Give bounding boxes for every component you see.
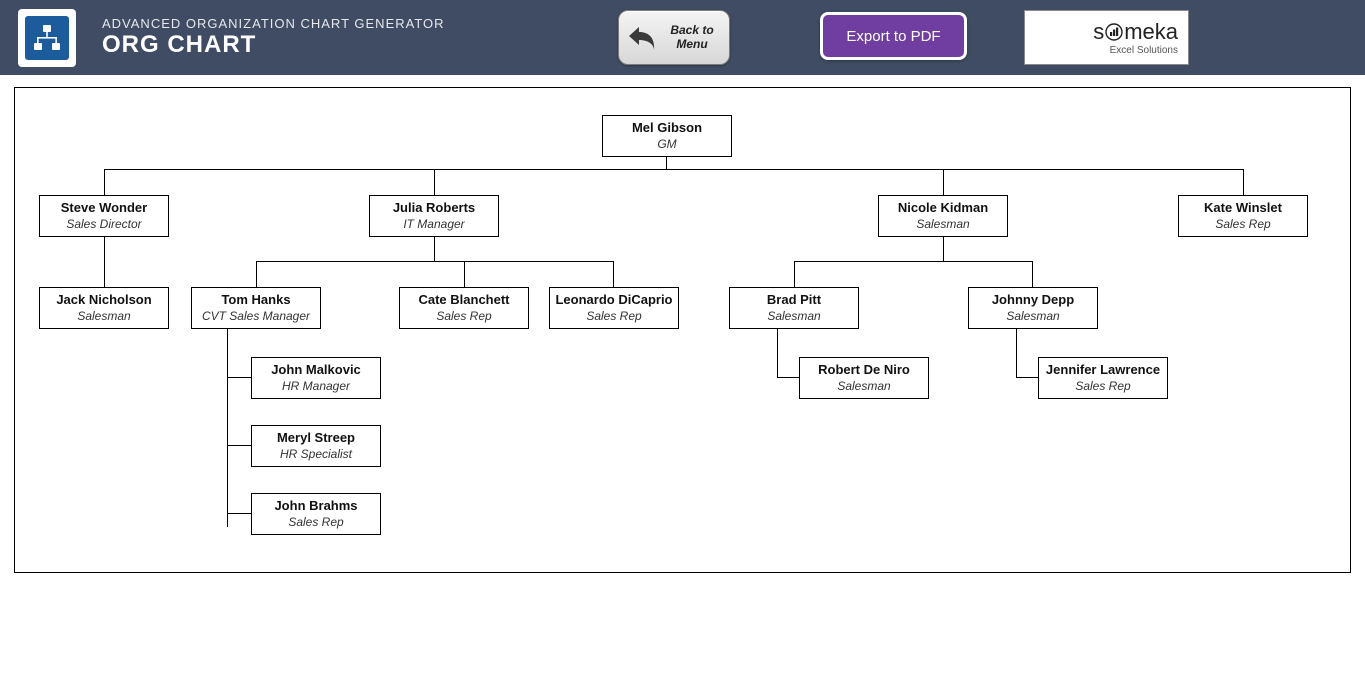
connector-line (256, 261, 257, 287)
connector-line (1243, 169, 1244, 195)
connector-line (256, 261, 614, 262)
connector-line (794, 261, 1033, 262)
connector-line (227, 377, 251, 378)
header-title: ORG CHART (102, 31, 445, 59)
node-name: Meryl Streep (254, 430, 378, 445)
node-name: Brad Pitt (732, 292, 856, 307)
node-name: Nicole Kidman (881, 200, 1005, 215)
org-node[interactable]: Jack Nicholson Salesman (39, 287, 169, 329)
connector-line (777, 327, 778, 377)
back-button-label: Back to Menu (663, 24, 721, 52)
org-node[interactable]: Cate Blanchett Sales Rep (399, 287, 529, 329)
org-chart-icon (32, 23, 62, 53)
export-button-label: Export to PDF (846, 28, 940, 45)
connector-line (104, 235, 105, 287)
connector-line (227, 513, 251, 514)
org-node[interactable]: Kate Winslet Sales Rep (1178, 195, 1308, 237)
node-name: Kate Winslet (1181, 200, 1305, 215)
org-node[interactable]: John Brahms Sales Rep (251, 493, 381, 535)
brand-o-icon (1105, 23, 1123, 41)
org-node[interactable]: Robert De Niro Salesman (799, 357, 929, 399)
export-to-pdf-button[interactable]: Export to PDF (820, 12, 967, 60)
connector-line (434, 235, 435, 261)
org-node[interactable]: Brad Pitt Salesman (729, 287, 859, 329)
org-node[interactable]: Nicole Kidman Salesman (878, 195, 1008, 237)
node-role: GM (605, 137, 729, 151)
node-role: Sales Rep (552, 309, 676, 323)
brand-name: s meka (1093, 19, 1178, 45)
node-role: Salesman (881, 217, 1005, 231)
connector-line (227, 327, 228, 527)
org-node[interactable]: Meryl Streep HR Specialist (251, 425, 381, 467)
node-role: Sales Rep (1041, 379, 1165, 393)
node-name: Julia Roberts (372, 200, 496, 215)
node-role: HR Specialist (254, 447, 378, 461)
org-node[interactable]: Leonardo DiCaprio Sales Rep (549, 287, 679, 329)
back-arrow-icon (627, 21, 659, 55)
org-node[interactable]: Tom Hanks CVT Sales Manager (191, 287, 321, 329)
org-node[interactable]: Johnny Depp Salesman (968, 287, 1098, 329)
app-logo (18, 9, 76, 67)
brand-tagline: Excel Solutions (1110, 45, 1178, 56)
connector-line (104, 169, 105, 195)
node-name: Tom Hanks (194, 292, 318, 307)
node-role: CVT Sales Manager (194, 309, 318, 323)
node-role: Sales Rep (254, 515, 378, 529)
org-node[interactable]: Jennifer Lawrence Sales Rep (1038, 357, 1168, 399)
node-role: Sales Director (42, 217, 166, 231)
node-role: Salesman (732, 309, 856, 323)
connector-line (1016, 327, 1017, 377)
node-name: John Malkovic (254, 362, 378, 377)
connector-line (777, 377, 799, 378)
node-name: Jack Nicholson (42, 292, 166, 307)
connector-line (943, 169, 944, 195)
node-name: Cate Blanchett (402, 292, 526, 307)
node-role: Sales Rep (402, 309, 526, 323)
org-chart-canvas: Mel Gibson GM Steve Wonder Sales Directo… (14, 87, 1351, 573)
connector-line (794, 261, 795, 287)
connector-line (1016, 377, 1038, 378)
node-role: Salesman (42, 309, 166, 323)
connector-line (1032, 261, 1033, 287)
connector-line (434, 169, 435, 195)
org-node[interactable]: Steve Wonder Sales Director (39, 195, 169, 237)
connector-line (613, 261, 614, 287)
org-node[interactable]: Julia Roberts IT Manager (369, 195, 499, 237)
node-role: HR Manager (254, 379, 378, 393)
node-role: IT Manager (372, 217, 496, 231)
connector-line (464, 261, 465, 287)
header-subtitle: ADVANCED ORGANIZATION CHART GENERATOR (102, 16, 445, 31)
node-name: John Brahms (254, 498, 378, 513)
connector-line (943, 235, 944, 261)
connector-line (227, 445, 251, 446)
org-node-root[interactable]: Mel Gibson GM (602, 115, 732, 157)
brand-logo: s meka Excel Solutions (1024, 10, 1189, 65)
node-name: Robert De Niro (802, 362, 926, 377)
node-name: Leonardo DiCaprio (552, 292, 676, 307)
node-name: Steve Wonder (42, 200, 166, 215)
node-name: Johnny Depp (971, 292, 1095, 307)
org-node[interactable]: John Malkovic HR Manager (251, 357, 381, 399)
node-name: Jennifer Lawrence (1041, 362, 1165, 377)
node-name: Mel Gibson (605, 120, 729, 135)
connector-line (666, 155, 667, 169)
back-to-menu-button[interactable]: Back to Menu (618, 10, 730, 65)
node-role: Salesman (802, 379, 926, 393)
connector-line (104, 169, 1244, 170)
node-role: Sales Rep (1181, 217, 1305, 231)
app-header: ADVANCED ORGANIZATION CHART GENERATOR OR… (0, 0, 1365, 75)
node-role: Salesman (971, 309, 1095, 323)
